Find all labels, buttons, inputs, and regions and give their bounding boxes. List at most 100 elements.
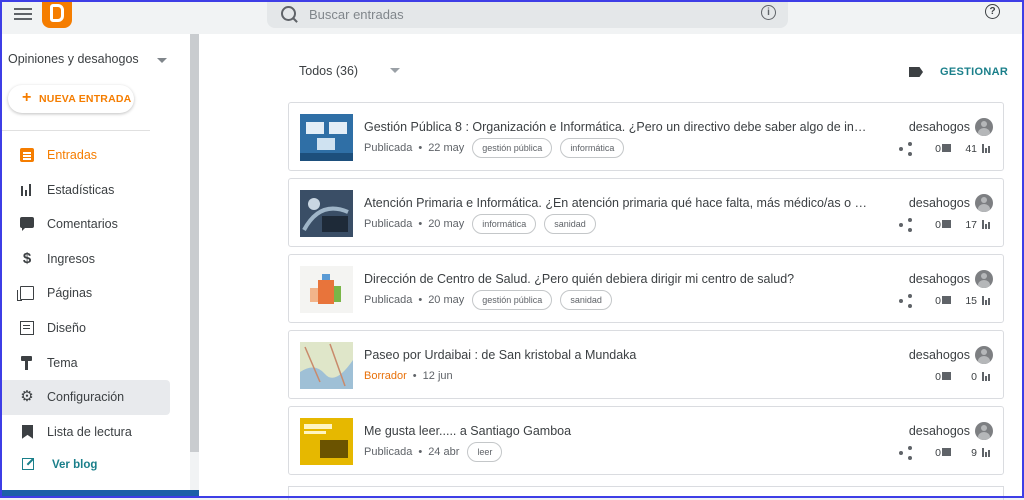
post-title[interactable]: Me gusta leer..... a Santiago Gamboa	[364, 424, 869, 438]
plus-icon: +	[22, 89, 32, 106]
comment-icon	[942, 372, 951, 380]
post-author: desahogos	[908, 120, 970, 134]
post-title[interactable]: Dirección de Centro de Salud. ¿Pero quié…	[364, 272, 869, 286]
help-icon[interactable]: ?	[985, 4, 1000, 19]
post-status: Publicada	[364, 446, 413, 458]
sidebar: Opiniones y desahogos + NUEVA ENTRADA En…	[0, 34, 190, 498]
sidebar-item-pages[interactable]: Páginas	[0, 276, 170, 311]
sidebar-nav: Entradas Estadísticas Comentarios $ Ingr…	[0, 138, 190, 449]
sidebar-item-posts[interactable]: Entradas	[0, 138, 170, 173]
sidebar-item-label: Tema	[47, 355, 78, 370]
comment-icon	[942, 144, 951, 152]
label-chip[interactable]: sanidad	[560, 290, 612, 310]
avatar	[975, 270, 993, 288]
post-row[interactable]: Paseo por Urdaibai : de San kristobal a …	[288, 330, 1004, 399]
post-stats: 0 41	[893, 141, 993, 157]
posts-filter-dropdown[interactable]: Todos (36)	[299, 64, 358, 78]
sidebar-item-earnings[interactable]: $ Ingresos	[0, 242, 170, 277]
comment-icon	[942, 448, 951, 456]
share-icon[interactable]	[899, 142, 913, 156]
label-chip[interactable]: informática	[560, 138, 625, 158]
view-blog-label: Ver blog	[52, 459, 98, 471]
sidebar-item-settings[interactable]: ⚙ Configuración	[0, 380, 170, 415]
post-thumbnail	[300, 342, 353, 389]
post-meta: Borrador • 12 jun	[364, 370, 453, 382]
post-row[interactable]: Gestión Pública 8 : Organización e Infor…	[288, 102, 1004, 171]
sidebar-item-reading-list[interactable]: Lista de lectura	[0, 415, 170, 450]
views-bar-icon	[982, 144, 991, 153]
label-chip[interactable]: gestión pública	[472, 290, 553, 310]
new-post-button[interactable]: + NUEVA ENTRADA	[8, 85, 134, 113]
share-icon[interactable]	[899, 294, 913, 308]
post-date: 20 may	[428, 218, 465, 230]
stats-icon	[20, 183, 34, 197]
share-icon[interactable]	[899, 446, 913, 460]
post-author: desahogos	[908, 272, 970, 286]
comment-count: 0	[935, 219, 941, 231]
sidebar-item-layout[interactable]: Diseño	[0, 311, 170, 346]
blog-selector[interactable]: Opiniones y desahogos	[8, 52, 139, 66]
post-date: 24 abr	[428, 446, 460, 458]
post-status: Publicada	[364, 294, 413, 306]
search-bar: i	[267, 0, 788, 28]
views-bar-icon	[982, 448, 991, 457]
manage-labels-button[interactable]: GESTIONAR	[940, 66, 1008, 78]
views-bar-icon	[982, 296, 991, 305]
info-icon[interactable]: i	[761, 5, 776, 20]
avatar	[975, 422, 993, 440]
sidebar-item-theme[interactable]: Tema	[0, 346, 170, 381]
post-stats: 0 17	[893, 217, 993, 233]
label-chip[interactable]: informática	[472, 214, 537, 234]
post-thumbnail	[300, 190, 353, 237]
sidebar-item-comments[interactable]: Comentarios	[0, 207, 170, 242]
open-external-icon	[22, 458, 34, 470]
sidebar-item-label: Páginas	[47, 286, 93, 301]
post-stats: 0 0	[893, 369, 993, 385]
sidebar-item-label: Ingresos	[47, 251, 95, 266]
post-stats: 0 15	[893, 293, 993, 309]
caret-down-icon[interactable]	[390, 68, 400, 73]
search-input[interactable]	[307, 4, 711, 24]
view-blog-link[interactable]: Ver blog	[0, 452, 190, 482]
comments-icon	[20, 217, 34, 232]
paint-roller-icon	[20, 355, 34, 370]
sidebar-item-stats[interactable]: Estadísticas	[0, 173, 170, 208]
post-date: 22 may	[428, 142, 465, 154]
post-title[interactable]: Paseo por Urdaibai : de San kristobal a …	[364, 348, 869, 362]
dollar-icon: $	[22, 249, 32, 267]
post-row[interactable]: Atención Primaria e Informática. ¿En ate…	[288, 178, 1004, 247]
posts-icon	[20, 148, 34, 162]
post-status: Borrador	[364, 370, 407, 382]
sidebar-item-label: Estadísticas	[47, 182, 115, 197]
menu-icon[interactable]	[14, 5, 32, 21]
post-meta: Publicada • 24 abr leer	[364, 441, 503, 463]
view-count: 15	[965, 295, 977, 307]
label-chip[interactable]: gestión pública	[472, 138, 553, 158]
post-status: Publicada	[364, 142, 413, 154]
search-icon[interactable]	[281, 6, 296, 21]
comment-count: 0	[935, 295, 941, 307]
post-meta: Publicada • 20 may gestión pública sanid…	[364, 289, 612, 311]
post-row[interactable]: Me gusta leer..... a Santiago Gamboa Pub…	[288, 406, 1004, 475]
post-date: 12 jun	[422, 370, 453, 382]
post-title[interactable]: Atención Primaria e Informática. ¿En ate…	[364, 196, 869, 210]
sidebar-scrollbar[interactable]	[190, 34, 199, 452]
label-icon[interactable]	[909, 67, 923, 77]
comment-count: 0	[935, 447, 941, 459]
post-row[interactable]: Dirección de Centro de Salud. ¿Pero quié…	[288, 254, 1004, 323]
avatar	[975, 118, 993, 136]
label-chip[interactable]: leer	[467, 442, 503, 462]
label-chip[interactable]: sanidad	[544, 214, 596, 234]
post-date: 20 may	[428, 294, 465, 306]
gear-icon: ⚙	[20, 388, 34, 406]
post-status: Publicada	[364, 218, 413, 230]
blogger-logo-icon[interactable]	[42, 0, 72, 28]
caret-down-icon[interactable]	[157, 58, 167, 63]
posts-panel: Todos (36) GESTIONAR Gestión Pública 8 :…	[199, 34, 1024, 500]
view-count: 41	[965, 143, 977, 155]
views-bar-icon	[982, 372, 991, 381]
sidebar-item-label: Comentarios	[47, 217, 118, 232]
post-title[interactable]: Gestión Pública 8 : Organización e Infor…	[364, 120, 869, 134]
share-icon[interactable]	[899, 218, 913, 232]
comment-icon	[942, 220, 951, 228]
